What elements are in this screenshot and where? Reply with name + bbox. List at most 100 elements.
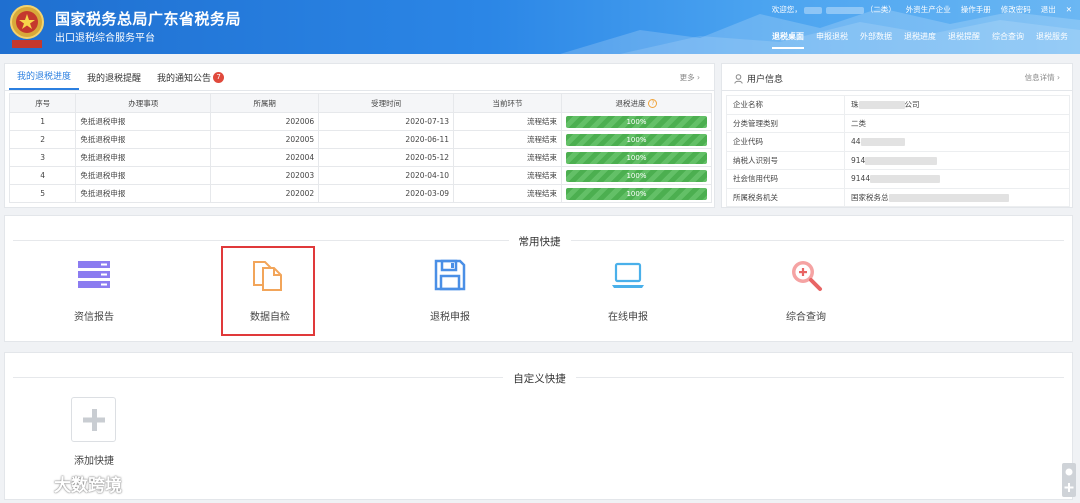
user-info-table: 企业名称 珠公司 分类管理类别 二类 企业代码 44 纳税人识别号 914 社会… bbox=[726, 95, 1070, 207]
tab-my-notices[interactable]: 我的通知公告 7 bbox=[149, 71, 232, 90]
info-label: 企业名称 bbox=[726, 95, 845, 115]
chevron-right-icon: › bbox=[1057, 73, 1060, 82]
info-value: 914 bbox=[844, 150, 1070, 170]
cell-time: 2020-06-11 bbox=[318, 130, 455, 149]
link-enterprise-type[interactable]: 外资生产企业 bbox=[906, 4, 951, 15]
cell-no: 2 bbox=[8, 130, 77, 149]
progress-table: 序号 办理事项 所属期 受理时间 当前环节 退税进度? 1 免抵退税申报 202… bbox=[8, 93, 713, 203]
cell-time: 2020-05-12 bbox=[318, 148, 455, 167]
progress-bar: 100% bbox=[565, 169, 707, 182]
side-tool-icon bbox=[1064, 468, 1074, 492]
laptop-icon bbox=[612, 262, 644, 288]
cell-progress: 100% bbox=[560, 148, 713, 167]
welcome-text: 欢迎您， （二类） bbox=[771, 5, 896, 14]
cell-item: 免抵退税申报 bbox=[75, 166, 212, 185]
cell-no: 4 bbox=[8, 166, 77, 185]
table-row[interactable]: 2 免抵退税申报 202005 2020-06-11 流程结束 100% bbox=[8, 130, 713, 149]
cell-item: 免抵退税申报 bbox=[75, 112, 212, 131]
redacted-text bbox=[858, 101, 905, 110]
link-logout[interactable]: 退出 bbox=[1041, 4, 1056, 15]
col-header-period: 所属期 bbox=[210, 93, 320, 113]
tab-my-refund-progress[interactable]: 我的退税进度 bbox=[9, 69, 80, 90]
col-header-no: 序号 bbox=[8, 93, 77, 113]
plus-icon bbox=[83, 409, 105, 431]
info-label: 所属税务机关 bbox=[726, 187, 845, 207]
cell-stage: 流程结束 bbox=[453, 112, 562, 131]
progress-bar: 100% bbox=[565, 187, 707, 200]
add-shortcut-button[interactable] bbox=[71, 397, 116, 442]
link-change-password[interactable]: 修改密码 bbox=[1001, 4, 1031, 15]
nav-comprehensive-query[interactable]: 综合查询 bbox=[992, 31, 1024, 49]
question-icon[interactable]: ? bbox=[648, 99, 658, 108]
table-row[interactable]: 3 免抵退税申报 202004 2020-05-12 流程结束 100% bbox=[8, 148, 713, 167]
top-user-bar: 欢迎您， （二类） 外资生产企业 操作手册 修改密码 退出 ✕ bbox=[772, 4, 1072, 15]
info-value: 44 bbox=[844, 132, 1070, 152]
common-shortcuts-panel: 常用快捷 资信报告 数据自检 退税申报 在线申报 综合查询 bbox=[4, 215, 1073, 342]
redacted-username bbox=[803, 6, 822, 14]
cell-time: 2020-07-13 bbox=[318, 112, 455, 131]
shortcut-data-self-check[interactable]: 数据自检 bbox=[221, 246, 315, 336]
redacted-text bbox=[860, 138, 905, 147]
info-value: 国家税务总 bbox=[844, 187, 1070, 207]
link-manual[interactable]: 操作手册 bbox=[961, 4, 991, 15]
col-header-stage: 当前环节 bbox=[453, 93, 562, 113]
shortcut-tax-refund-declare[interactable]: 退税申报 bbox=[403, 246, 497, 336]
close-icon[interactable]: ✕ bbox=[1066, 5, 1072, 14]
document-copy-icon bbox=[253, 261, 282, 291]
redacted-text bbox=[870, 175, 941, 184]
info-label: 企业代码 bbox=[726, 132, 845, 152]
progress-bar: 100% bbox=[565, 133, 707, 146]
info-row: 所属税务机关 国家税务总 bbox=[726, 187, 1070, 207]
cell-period: 202002 bbox=[210, 184, 320, 203]
cell-no: 5 bbox=[8, 184, 77, 203]
col-header-time: 受理时间 bbox=[318, 93, 455, 113]
info-label: 纳税人识别号 bbox=[726, 150, 845, 170]
cell-stage: 流程结束 bbox=[453, 148, 562, 167]
tax-emblem-icon bbox=[10, 5, 44, 48]
cell-item: 免抵退税申报 bbox=[75, 148, 212, 167]
nav-external-data[interactable]: 外部数据 bbox=[860, 31, 892, 49]
cell-progress: 100% bbox=[560, 184, 713, 203]
cell-time: 2020-03-09 bbox=[318, 184, 455, 203]
nav-refund-progress[interactable]: 退税进度 bbox=[904, 31, 936, 49]
watermark: 大数跨境 bbox=[8, 471, 122, 496]
cell-stage: 流程结束 bbox=[453, 130, 562, 149]
info-row: 企业名称 珠公司 bbox=[726, 95, 1070, 115]
shortcut-comprehensive-query[interactable]: 综合查询 bbox=[759, 246, 853, 336]
table-row[interactable]: 1 免抵退税申报 202006 2020-07-13 流程结束 100% bbox=[8, 112, 713, 131]
info-row: 分类管理类别 二类 bbox=[726, 113, 1070, 133]
chevron-right-icon: › bbox=[697, 73, 700, 82]
more-link[interactable]: 更多 › bbox=[680, 72, 700, 83]
add-shortcut-label: 添加快捷 bbox=[74, 456, 114, 467]
info-row: 社会信用代码 9144 bbox=[726, 169, 1070, 189]
table-row[interactable]: 5 免抵退税申报 202002 2020-03-09 流程结束 100% bbox=[8, 184, 713, 203]
main-nav: 退税桌面 申报退税 外部数据 退税进度 退税提醒 综合查询 退税服务 bbox=[772, 31, 1068, 49]
app-subtitle: 出口退税综合服务平台 bbox=[55, 33, 155, 44]
redacted-text bbox=[865, 156, 938, 165]
shortcut-online-declare[interactable]: 在线申报 bbox=[581, 246, 675, 336]
refund-progress-panel: 我的退税进度 我的退税提醒 我的通知公告 7 更多 › 序号 办理事项 所属期 受… bbox=[4, 63, 715, 208]
watermark-text: 大数跨境 bbox=[54, 476, 122, 496]
info-label: 分类管理类别 bbox=[726, 113, 845, 133]
info-label: 社会信用代码 bbox=[726, 169, 845, 189]
cell-item: 免抵退税申报 bbox=[75, 184, 212, 203]
tab-my-refund-reminder[interactable]: 我的退税提醒 bbox=[79, 71, 149, 90]
app-title: 国家税务总局广东省税务局 bbox=[55, 10, 242, 28]
custom-shortcuts-panel: 自定义快捷 添加快捷 bbox=[4, 352, 1073, 500]
info-detail-link[interactable]: 信息详情 › bbox=[1025, 72, 1060, 83]
redacted-text bbox=[888, 193, 1009, 202]
info-row: 企业代码 44 bbox=[726, 132, 1070, 152]
table-header-row: 序号 办理事项 所属期 受理时间 当前环节 退税进度? bbox=[8, 93, 713, 113]
shortcut-credit-report[interactable]: 资信报告 bbox=[47, 246, 141, 336]
side-toolbar[interactable] bbox=[1062, 463, 1076, 497]
col-header-item: 办理事项 bbox=[75, 93, 212, 113]
nav-refund-service[interactable]: 退税服务 bbox=[1036, 31, 1068, 49]
nav-tax-desktop[interactable]: 退税桌面 bbox=[772, 31, 804, 49]
info-value: 二类 bbox=[844, 113, 1070, 133]
user-info-panel: 用户信息 信息详情 › 企业名称 珠公司 分类管理类别 二类 企业代码 44 纳… bbox=[721, 63, 1073, 208]
nav-declare-refund[interactable]: 申报退税 bbox=[816, 31, 848, 49]
table-row[interactable]: 4 免抵退税申报 202003 2020-04-10 流程结束 100% bbox=[8, 166, 713, 185]
zoom-in-icon bbox=[792, 261, 822, 291]
nav-refund-reminder[interactable]: 退税提醒 bbox=[948, 31, 980, 49]
cell-progress: 100% bbox=[560, 112, 713, 131]
